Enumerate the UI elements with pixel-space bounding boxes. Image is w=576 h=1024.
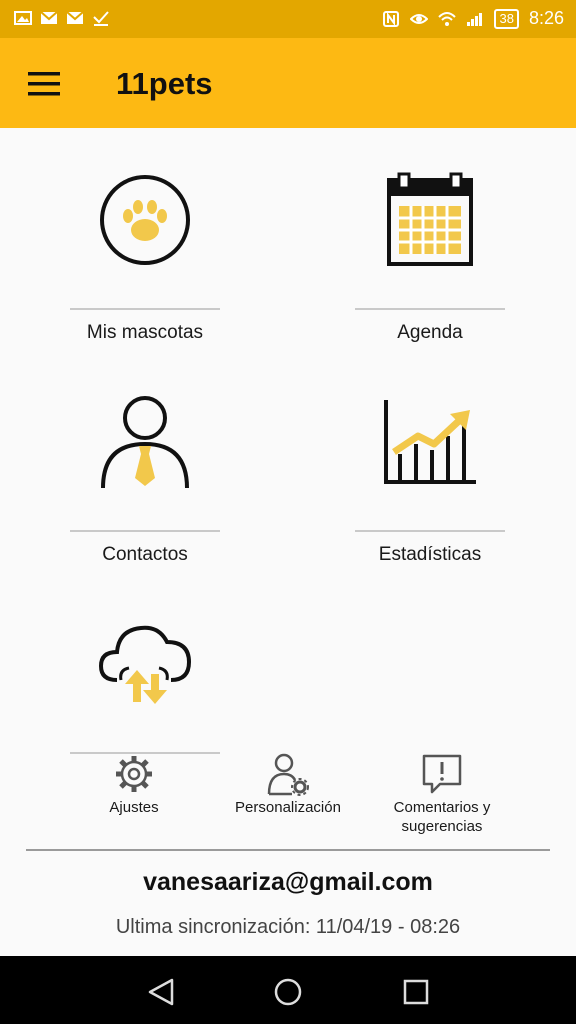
home-icon[interactable] — [268, 972, 308, 1012]
divider — [26, 849, 550, 851]
mail-icon — [40, 11, 58, 24]
gallery-icon — [14, 11, 32, 25]
clock: 8:26 — [528, 8, 564, 28]
feedback-button[interactable]: Comentarios y sugerencias — [362, 752, 522, 836]
hamburger-menu-icon[interactable] — [24, 64, 64, 104]
gear-icon — [116, 756, 152, 792]
nfc-icon — [383, 10, 400, 27]
paw-icon — [100, 175, 190, 265]
personalization-label: Personalización — [235, 799, 341, 816]
tile-divider — [70, 530, 220, 532]
recents-icon[interactable] — [396, 972, 436, 1012]
app-bar: 11pets — [0, 38, 576, 128]
account-email: vanesaariza@gmail.com — [143, 868, 433, 896]
wifi-icon — [438, 11, 457, 26]
status-bar: 38 8:26 — [0, 0, 576, 38]
tile-label: Agenda — [397, 322, 463, 343]
mail-icon — [66, 11, 84, 24]
navigation-bar — [0, 956, 576, 1024]
tile-label: Estadísticas — [378, 544, 482, 565]
statistics-chart-icon — [384, 400, 476, 484]
feedback-icon — [422, 754, 462, 794]
battery-icon: 38 — [494, 8, 519, 29]
calendar-icon — [387, 172, 473, 266]
personalization-button[interactable]: Personalización — [208, 752, 368, 817]
user-settings-icon — [267, 753, 309, 796]
tile-divider — [70, 308, 220, 310]
eye-icon — [410, 13, 429, 24]
checkmark-icon — [93, 11, 109, 26]
tile-divider — [355, 530, 505, 532]
back-icon[interactable] — [142, 972, 182, 1012]
settings-button[interactable]: Ajustes — [54, 752, 214, 817]
contact-person-icon — [101, 396, 189, 489]
settings-label: Ajustes — [109, 799, 159, 816]
sync-status: Ultima sincronización: 11/04/19 - 08:26 — [115, 916, 461, 938]
signal-icon — [467, 12, 483, 26]
tile-divider — [355, 308, 505, 310]
feedback-label: Comentarios y sugerencias — [393, 799, 491, 835]
tile-label: Mis mascotas — [86, 322, 204, 343]
app-title: 11pets — [116, 66, 213, 101]
tile-label: Contactos — [102, 544, 188, 565]
cloud-sync-icon — [98, 625, 192, 704]
